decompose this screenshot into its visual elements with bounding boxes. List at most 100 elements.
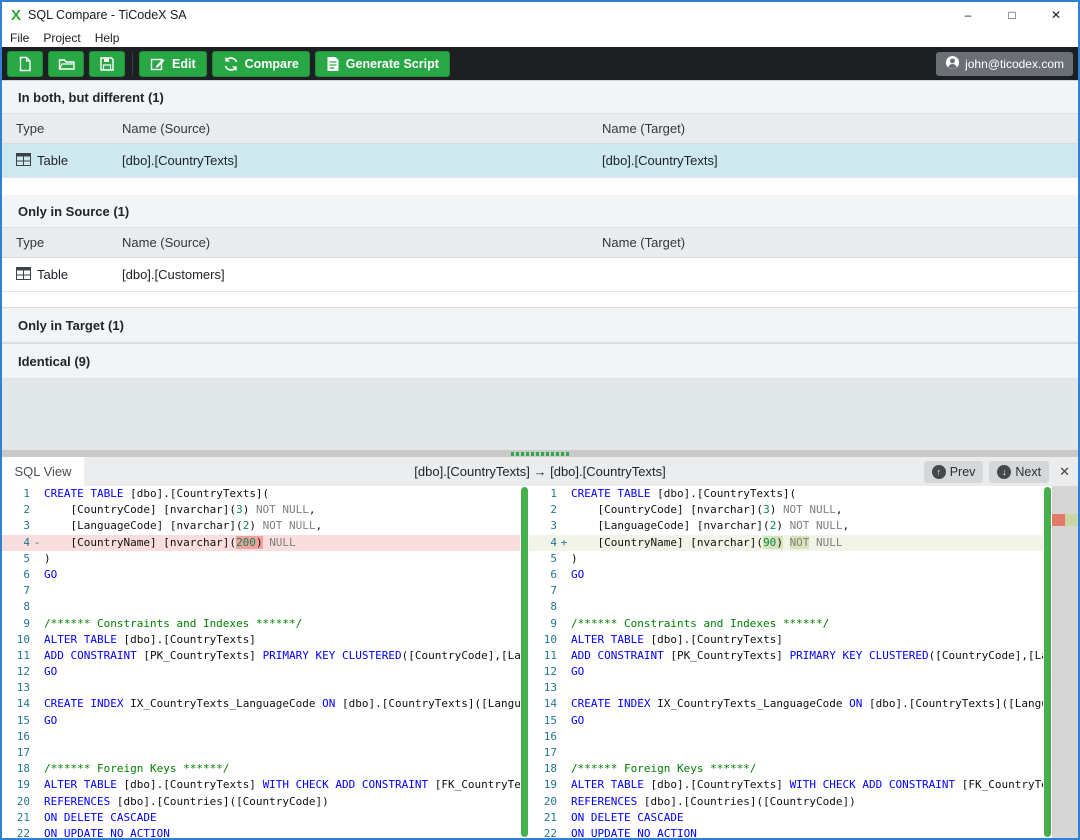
arrow-down-circle-icon: ↓ bbox=[997, 465, 1011, 479]
close-button[interactable]: ✕ bbox=[1034, 2, 1078, 28]
compare-button[interactable]: Compare bbox=[212, 51, 310, 77]
tab-sql-view[interactable]: SQL View bbox=[2, 457, 84, 486]
row-type: Table bbox=[37, 153, 68, 168]
open-folder-icon bbox=[58, 56, 75, 72]
code-line: 10ALTER TABLE [dbo].[CountryTexts] bbox=[2, 632, 520, 648]
code-line: 13 bbox=[2, 680, 520, 696]
section-only-in-source[interactable]: Only in Source (1) bbox=[2, 195, 1078, 228]
code-line: 19ALTER TABLE [dbo].[CountryTexts] WITH … bbox=[529, 777, 1043, 793]
left-scrollbar[interactable] bbox=[520, 486, 529, 838]
code-line: 1CREATE TABLE [dbo].[CountryTexts]( bbox=[2, 486, 520, 502]
right-scrollbar[interactable] bbox=[1043, 486, 1052, 838]
code-line: 2 [CountryCode] [nvarchar](3) NOT NULL, bbox=[529, 502, 1043, 518]
section-only-in-target[interactable]: Only in Target (1) bbox=[2, 307, 1078, 343]
section-spacer bbox=[2, 292, 1078, 307]
column-header-row: Type Name (Source) Name (Target) bbox=[2, 228, 1078, 258]
account-button[interactable]: john@ticodex.com bbox=[936, 52, 1073, 76]
next-label: Next bbox=[1015, 465, 1041, 479]
compare-label: Compare bbox=[245, 57, 299, 71]
code-line: 21ON DELETE CASCADE bbox=[529, 810, 1043, 826]
sqlview-tabbar: SQL View [dbo].[CountryTexts] → [dbo].[C… bbox=[2, 457, 1078, 486]
row-source-name: [dbo].[Customers] bbox=[122, 267, 602, 282]
section-title: Only in Source (1) bbox=[18, 204, 129, 219]
new-project-button[interactable] bbox=[7, 51, 43, 77]
table-icon bbox=[16, 267, 37, 283]
overview-removed-marker bbox=[1052, 514, 1065, 526]
code-line: 16 bbox=[2, 729, 520, 745]
save-project-button[interactable] bbox=[89, 51, 125, 77]
code-line: 21ON DELETE CASCADE bbox=[2, 810, 520, 826]
code-line: 5) bbox=[2, 551, 520, 567]
edit-label: Edit bbox=[172, 57, 196, 71]
code-line: 11ADD CONSTRAINT [PK_CountryTexts] PRIMA… bbox=[2, 648, 520, 664]
prev-label: Prev bbox=[950, 465, 976, 479]
diff-editor[interactable]: 1CREATE TABLE [dbo].[CountryTexts](2 [Co… bbox=[2, 486, 1078, 838]
splitter-grip-icon bbox=[511, 452, 569, 456]
close-sqlview-icon[interactable]: ✕ bbox=[1059, 464, 1070, 480]
code-line: 13 bbox=[529, 680, 1043, 696]
code-line: 4+ [CountryName] [nvarchar](90) NOT NULL bbox=[529, 535, 1043, 551]
code-line: 22ON UPDATE NO ACTION bbox=[2, 826, 520, 838]
titlebar: X SQL Compare - TiCodeX SA – □ ✕ bbox=[2, 2, 1078, 28]
generate-script-label: Generate Script bbox=[346, 57, 439, 71]
code-line: 9/****** Constraints and Indexes ******/ bbox=[529, 616, 1043, 632]
column-type: Type bbox=[2, 121, 122, 136]
code-line: 5) bbox=[529, 551, 1043, 567]
code-line: 15GO bbox=[529, 713, 1043, 729]
code-line: 6GO bbox=[529, 567, 1043, 583]
code-line: 20REFERENCES [dbo].[Countries]([CountryC… bbox=[2, 794, 520, 810]
row-source-name: [dbo].[CountryTexts] bbox=[122, 153, 602, 168]
arrow-up-circle-icon: ↑ bbox=[932, 465, 946, 479]
code-line: 19ALTER TABLE [dbo].[CountryTexts] WITH … bbox=[2, 777, 520, 793]
open-project-button[interactable] bbox=[48, 51, 84, 77]
diff-pane-title: [dbo].[CountryTexts] → [dbo].[CountryTex… bbox=[414, 457, 665, 486]
section-title: Only in Target (1) bbox=[18, 318, 124, 333]
section-in-both-different[interactable]: In both, but different (1) bbox=[2, 81, 1078, 114]
table-row[interactable]: Table [dbo].[CountryTexts] [dbo].[Countr… bbox=[2, 144, 1078, 178]
right-scrollbar-thumb[interactable] bbox=[1044, 487, 1051, 837]
horizontal-splitter[interactable] bbox=[2, 450, 1078, 457]
code-line: 12GO bbox=[529, 664, 1043, 680]
new-file-icon bbox=[17, 56, 33, 72]
code-line: 16 bbox=[529, 729, 1043, 745]
code-line: 17 bbox=[529, 745, 1043, 761]
code-line: 22ON UPDATE NO ACTION bbox=[529, 826, 1043, 838]
menu-file[interactable]: File bbox=[10, 31, 29, 45]
code-line: 12GO bbox=[2, 664, 520, 680]
code-line: 11ADD CONSTRAINT [PK_CountryTexts] PRIMA… bbox=[529, 648, 1043, 664]
save-icon bbox=[99, 56, 115, 72]
code-line: 18/****** Foreign Keys ******/ bbox=[529, 761, 1043, 777]
app-logo-icon: X bbox=[11, 7, 21, 24]
account-email: john@ticodex.com bbox=[965, 57, 1064, 71]
maximize-button[interactable]: □ bbox=[990, 2, 1034, 28]
row-type: Table bbox=[37, 267, 68, 282]
minimize-button[interactable]: – bbox=[946, 2, 990, 28]
code-line: 17 bbox=[2, 745, 520, 761]
left-code[interactable]: 1CREATE TABLE [dbo].[CountryTexts](2 [Co… bbox=[2, 486, 520, 838]
diff-overview-ruler[interactable] bbox=[1052, 486, 1078, 838]
edit-button[interactable]: Edit bbox=[139, 51, 207, 77]
code-line: 7 bbox=[2, 583, 520, 599]
section-title: Identical (9) bbox=[18, 354, 90, 369]
menu-project[interactable]: Project bbox=[43, 31, 80, 45]
code-line: 2 [CountryCode] [nvarchar](3) NOT NULL, bbox=[2, 502, 520, 518]
column-name-target: Name (Target) bbox=[602, 235, 1078, 250]
section-identical[interactable]: Identical (9) bbox=[2, 343, 1078, 379]
table-row[interactable]: Table [dbo].[Customers] bbox=[2, 258, 1078, 292]
user-icon bbox=[945, 55, 965, 73]
column-name-source: Name (Source) bbox=[122, 235, 602, 250]
section-spacer bbox=[2, 178, 1078, 195]
code-line: 18/****** Foreign Keys ******/ bbox=[2, 761, 520, 777]
next-diff-button[interactable]: ↓ Next bbox=[989, 461, 1049, 483]
generate-script-button[interactable]: Generate Script bbox=[315, 51, 450, 77]
row-target-name: [dbo].[CountryTexts] bbox=[602, 153, 1078, 168]
table-icon bbox=[16, 153, 37, 169]
app-window: X SQL Compare - TiCodeX SA – □ ✕ File Pr… bbox=[0, 0, 1080, 840]
menu-help[interactable]: Help bbox=[95, 31, 120, 45]
prev-diff-button[interactable]: ↑ Prev bbox=[924, 461, 984, 483]
code-line: 10ALTER TABLE [dbo].[CountryTexts] bbox=[529, 632, 1043, 648]
comparison-results: In both, but different (1) Type Name (So… bbox=[2, 80, 1078, 450]
left-scrollbar-thumb[interactable] bbox=[521, 487, 528, 837]
toolbar: Edit Compare Generate Script john@ticode… bbox=[2, 47, 1078, 80]
right-code[interactable]: 1CREATE TABLE [dbo].[CountryTexts](2 [Co… bbox=[529, 486, 1043, 838]
